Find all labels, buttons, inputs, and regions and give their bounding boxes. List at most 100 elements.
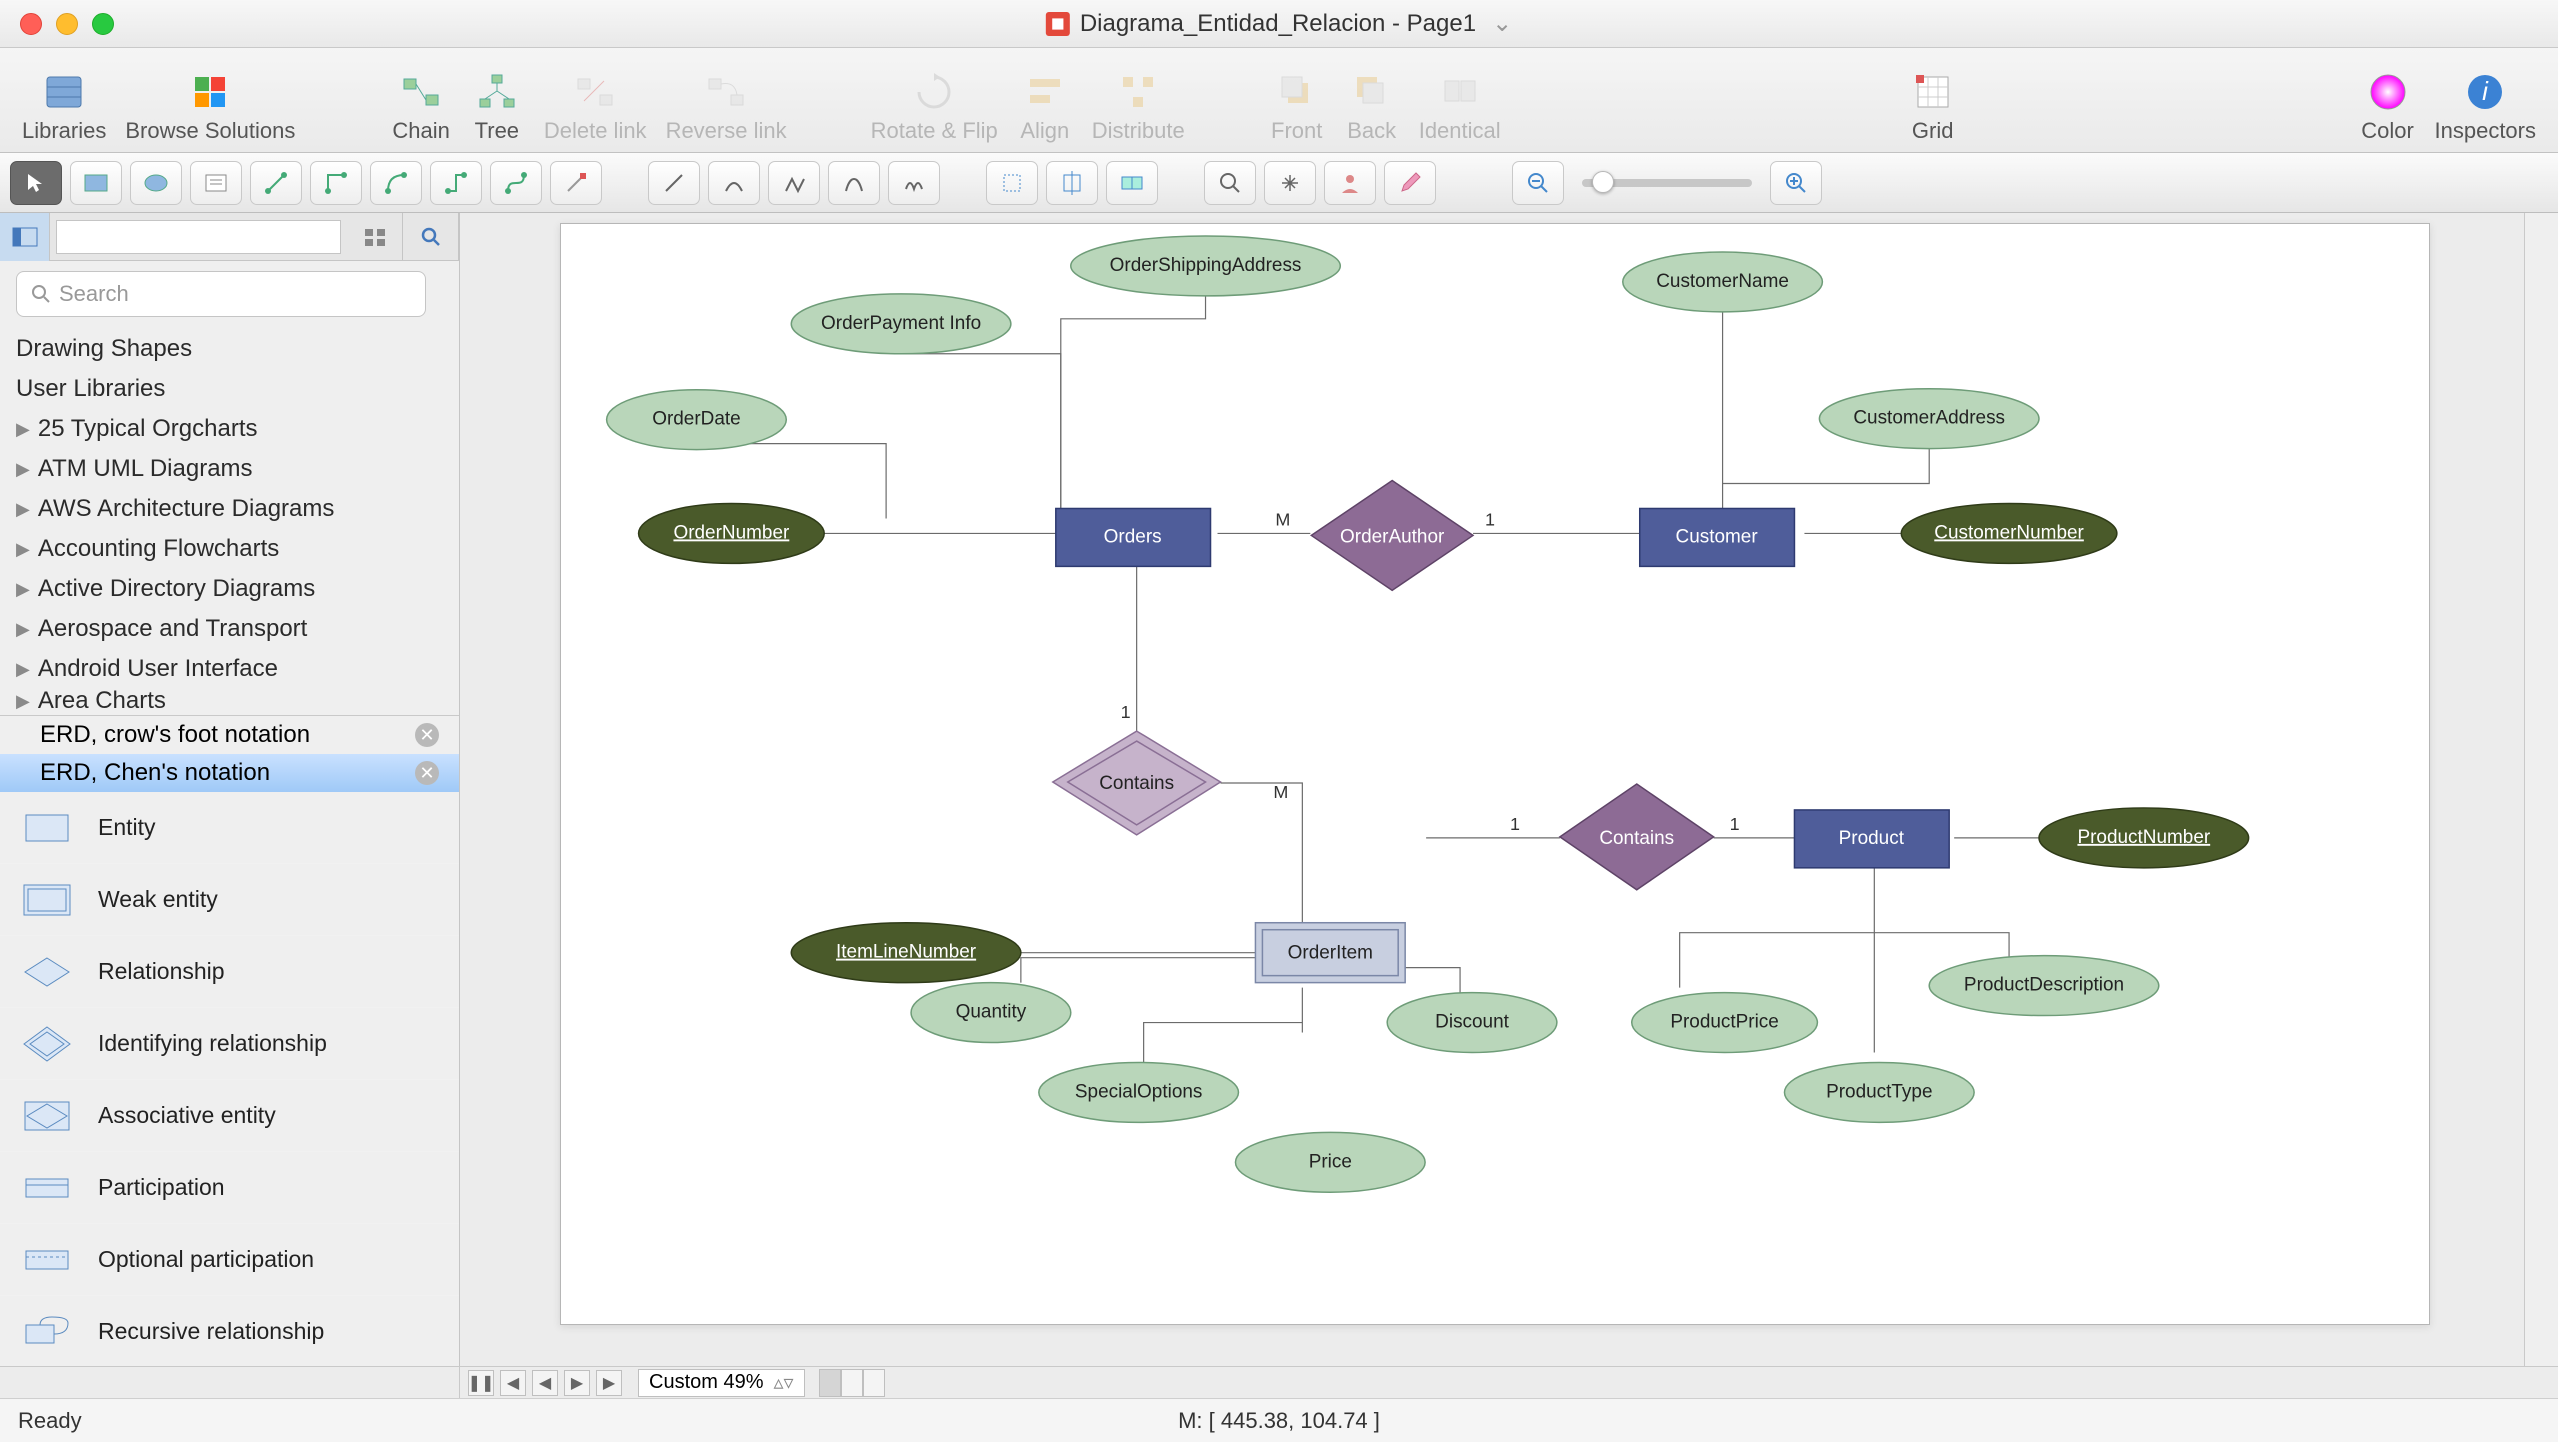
browse-solutions-button[interactable]: Browse Solutions — [117, 50, 303, 150]
pager-first[interactable]: ◀ — [500, 1370, 526, 1396]
svg-text:SpecialOptions: SpecialOptions — [1075, 1081, 1202, 1102]
libraries-button[interactable]: Libraries — [14, 50, 114, 150]
shape-weak-entity[interactable]: Weak entity — [0, 864, 459, 936]
lib-item[interactable]: ▶Area Charts — [0, 689, 459, 713]
status-ready: Ready — [18, 1408, 82, 1434]
connector-tool-5[interactable] — [490, 161, 542, 205]
back-button: Back — [1336, 50, 1408, 150]
window-close-icon[interactable] — [20, 13, 42, 35]
right-panel-strip[interactable] — [2524, 213, 2558, 1366]
svg-text:CustomerName: CustomerName — [1656, 271, 1789, 292]
pointer-tool[interactable] — [10, 161, 62, 205]
snap-tool-3[interactable] — [1106, 161, 1158, 205]
connector-tool-2[interactable] — [310, 161, 362, 205]
svg-text:1: 1 — [1485, 509, 1495, 529]
lib-item[interactable]: ▶Accounting Flowcharts — [0, 529, 459, 569]
lib-category-chen[interactable]: ERD, Chen's notation✕ — [0, 754, 459, 792]
zoom-slider[interactable] — [1582, 179, 1752, 187]
svg-text:1: 1 — [1510, 814, 1520, 834]
canvas[interactable]: M 1 1 M 1 1 Orders Customer Product Orde… — [560, 223, 2430, 1325]
shape-associative-entity[interactable]: Associative entity — [0, 1080, 459, 1152]
zoom-out-button[interactable] — [1512, 161, 1564, 205]
svg-text:1: 1 — [1730, 814, 1740, 834]
pager-pause[interactable]: ❚❚ — [468, 1370, 494, 1396]
rect-tool[interactable] — [70, 161, 122, 205]
line-tool-3[interactable] — [768, 161, 820, 205]
lib-item[interactable]: ▶Android User Interface — [0, 649, 459, 689]
canvas-area[interactable]: M 1 1 M 1 1 Orders Customer Product Orde… — [460, 213, 2524, 1366]
pager-last[interactable]: ▶ — [596, 1370, 622, 1396]
ellipse-tool[interactable] — [130, 161, 182, 205]
close-icon[interactable]: ✕ — [415, 761, 439, 785]
chain-button[interactable]: Chain — [384, 50, 457, 150]
svg-text:Orders: Orders — [1104, 526, 1162, 547]
page-tab-3[interactable] — [863, 1369, 885, 1397]
connector-tool-4[interactable] — [430, 161, 482, 205]
lib-item[interactable]: ▶Active Directory Diagrams — [0, 569, 459, 609]
search-input[interactable]: Search — [16, 271, 426, 317]
zoom-select[interactable]: Custom 49%▵▿ — [638, 1369, 805, 1397]
page-tab-2[interactable] — [841, 1369, 863, 1397]
lib-item[interactable]: ▶25 Typical Orgcharts — [0, 409, 459, 449]
grid-button[interactable]: Grid — [1897, 50, 1969, 150]
identical-button: Identical — [1411, 50, 1509, 150]
pager-prev[interactable]: ◀ — [532, 1370, 558, 1396]
tree-button[interactable]: Tree — [461, 50, 533, 150]
shape-optional-participation[interactable]: Optional participation — [0, 1224, 459, 1296]
shape-recursive-relationship[interactable]: Recursive relationship — [0, 1296, 459, 1366]
sidebar-grid-view[interactable] — [347, 213, 403, 261]
svg-text:OrderDate: OrderDate — [652, 409, 740, 430]
sidebar: Search Drawing Shapes User Libraries ▶25… — [0, 213, 460, 1366]
connector-tool-3[interactable] — [370, 161, 422, 205]
lib-user-libraries[interactable]: User Libraries — [0, 369, 459, 409]
svg-text:OrderNumber: OrderNumber — [673, 522, 789, 543]
close-icon[interactable]: ✕ — [415, 723, 439, 747]
connector-tool-1[interactable] — [250, 161, 302, 205]
svg-text:CustomerNumber: CustomerNumber — [1934, 522, 2084, 543]
sidebar-view-toggle[interactable] — [0, 213, 50, 261]
edit-tool[interactable] — [1384, 161, 1436, 205]
window-minimize-icon[interactable] — [56, 13, 78, 35]
svg-text:Discount: Discount — [1435, 1012, 1509, 1033]
status-bar: Ready M: [ 445.38, 104.74 ] — [0, 1398, 2558, 1442]
pan-tool[interactable] — [1264, 161, 1316, 205]
zoom-in-button[interactable] — [1770, 161, 1822, 205]
search-icon — [31, 284, 51, 304]
shape-relationship[interactable]: Relationship — [0, 936, 459, 1008]
color-button[interactable]: Color — [2352, 50, 2424, 150]
text-tool[interactable] — [190, 161, 242, 205]
svg-text:ProductNumber: ProductNumber — [2077, 827, 2210, 848]
svg-text:Customer: Customer — [1676, 526, 1758, 547]
shape-entity[interactable]: Entity — [0, 792, 459, 864]
lib-category-crow[interactable]: ERD, crow's foot notation✕ — [0, 716, 459, 754]
svg-text:M: M — [1273, 782, 1288, 802]
sidebar-search-toggle[interactable] — [403, 213, 459, 261]
pager-next[interactable]: ▶ — [564, 1370, 590, 1396]
line-tool-2[interactable] — [708, 161, 760, 205]
inspectors-button[interactable]: iInspectors — [2427, 50, 2545, 150]
window-zoom-icon[interactable] — [92, 13, 114, 35]
line-tool-1[interactable] — [648, 161, 700, 205]
shape-identifying-relationship[interactable]: Identifying relationship — [0, 1008, 459, 1080]
snap-tool-2[interactable] — [1046, 161, 1098, 205]
page-tab-1[interactable] — [819, 1369, 841, 1397]
line-tool-4[interactable] — [828, 161, 880, 205]
title-bar: Diagrama_Entidad_Relacion - Page1 ⌄ — [0, 0, 2558, 48]
lib-item[interactable]: ▶ATM UML Diagrams — [0, 449, 459, 489]
line-tool-5[interactable] — [888, 161, 940, 205]
user-tool[interactable] — [1324, 161, 1376, 205]
shape-participation[interactable]: Participation — [0, 1152, 459, 1224]
svg-text:ItemLineNumber: ItemLineNumber — [836, 942, 976, 963]
lib-drawing-shapes[interactable]: Drawing Shapes — [0, 329, 459, 369]
lib-item[interactable]: ▶AWS Architecture Diagrams — [0, 489, 459, 529]
svg-text:Contains: Contains — [1599, 828, 1674, 849]
svg-text:CustomerAddress: CustomerAddress — [1853, 408, 2005, 429]
svg-text:ProductDescription: ProductDescription — [1964, 975, 2124, 996]
lib-item[interactable]: ▶Aerospace and Transport — [0, 609, 459, 649]
connector-tool-6[interactable] — [550, 161, 602, 205]
chevron-down-icon[interactable]: ⌄ — [1492, 9, 1512, 38]
sidebar-path[interactable] — [56, 220, 341, 254]
zoom-tool[interactable] — [1204, 161, 1256, 205]
svg-text:Price: Price — [1309, 1151, 1352, 1172]
snap-tool-1[interactable] — [986, 161, 1038, 205]
